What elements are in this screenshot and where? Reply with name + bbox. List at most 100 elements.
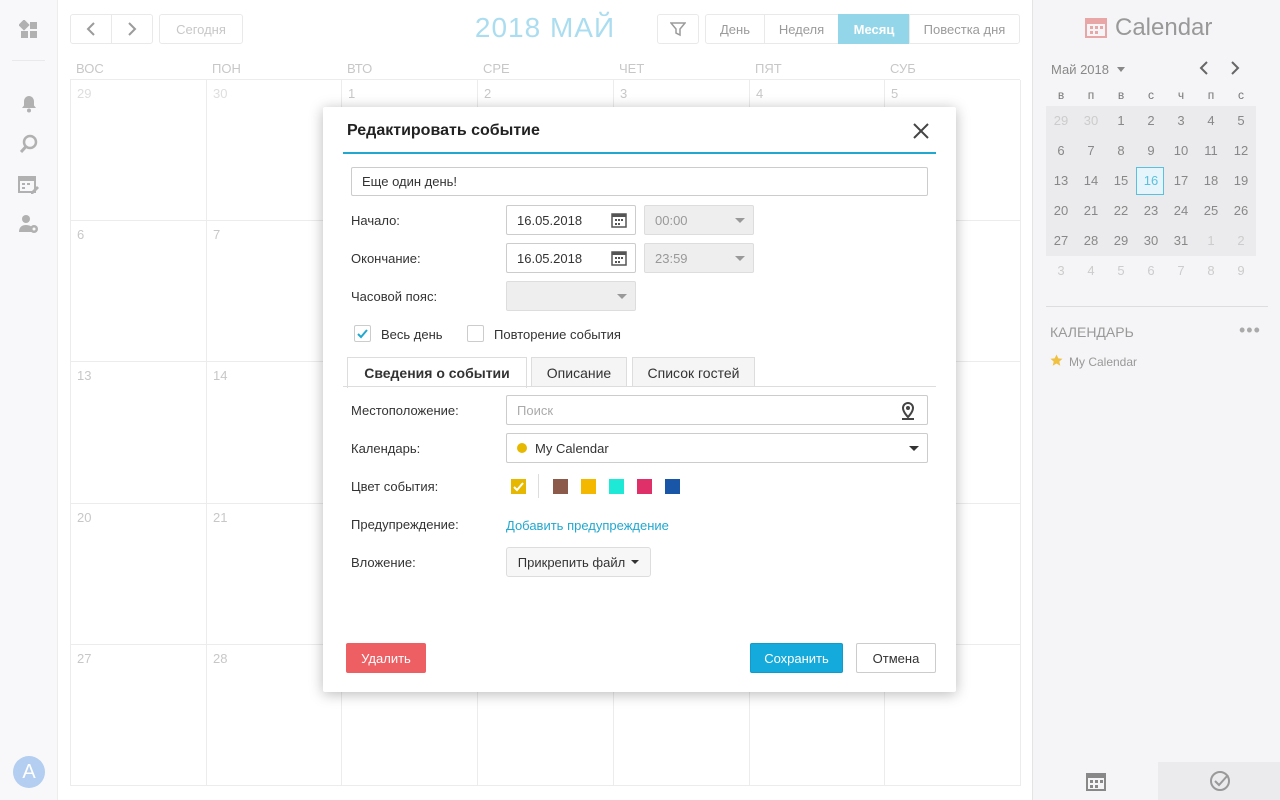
timezone-select[interactable] xyxy=(506,281,636,311)
mini-day[interactable]: 29 xyxy=(1046,106,1076,136)
mini-day[interactable]: 19 xyxy=(1226,166,1256,196)
tab-event-details[interactable]: Сведения о событии xyxy=(347,357,527,388)
mini-day[interactable]: 6 xyxy=(1136,256,1166,286)
calendar-select[interactable]: My Calendar xyxy=(506,433,928,463)
chevron-down-icon xyxy=(735,256,745,261)
mini-day[interactable]: 30 xyxy=(1076,106,1106,136)
checkmark-icon xyxy=(513,482,524,492)
start-time-value: 00:00 xyxy=(655,212,688,228)
add-alert-link[interactable]: Добавить предупреждение xyxy=(506,518,669,533)
mini-day[interactable]: 14 xyxy=(1076,166,1106,196)
end-time-value: 23:59 xyxy=(655,250,688,266)
mini-day[interactable]: 26 xyxy=(1226,196,1256,226)
mini-day[interactable]: 8 xyxy=(1106,136,1136,166)
mini-day[interactable]: 22 xyxy=(1106,196,1136,226)
calendars-header: КАЛЕНДАРЬ xyxy=(1050,324,1134,340)
mini-day[interactable]: 5 xyxy=(1226,106,1256,136)
tab-guest-list[interactable]: Список гостей xyxy=(632,357,755,387)
mini-day[interactable]: 20 xyxy=(1046,196,1076,226)
mini-day[interactable]: 25 xyxy=(1196,196,1226,226)
calendar-icon[interactable] xyxy=(611,250,627,266)
mini-day[interactable]: 27 xyxy=(1046,226,1076,256)
mini-day[interactable]: 7 xyxy=(1076,136,1106,166)
caret-down-icon xyxy=(631,560,640,564)
chevron-down-icon xyxy=(735,218,745,223)
mini-day[interactable]: 16 xyxy=(1136,166,1166,196)
mini-day[interactable]: 28 xyxy=(1076,226,1106,256)
mini-day[interactable]: 10 xyxy=(1166,136,1196,166)
bottom-tasks-tab[interactable] xyxy=(1158,762,1280,800)
calendar-icon[interactable] xyxy=(611,212,627,228)
mini-day[interactable]: 23 xyxy=(1136,196,1166,226)
mini-weekday: п xyxy=(1087,88,1095,102)
calendar-icon xyxy=(1085,773,1106,791)
mini-day[interactable]: 11 xyxy=(1196,136,1226,166)
mini-day[interactable]: 1 xyxy=(1106,106,1136,136)
swatch-divider xyxy=(538,474,539,498)
mini-day[interactable]: 21 xyxy=(1076,196,1106,226)
right-panel: Calendar Май 2018 в п в с ч п с 29 30 1 2 3 4 5 6 7 8 9 10… xyxy=(1032,0,1280,800)
color-swatch[interactable] xyxy=(665,479,680,494)
location-input[interactable]: Поиск xyxy=(506,395,928,425)
color-swatch[interactable] xyxy=(511,479,526,494)
mini-prev-icon[interactable] xyxy=(1198,61,1210,75)
mini-day[interactable]: 8 xyxy=(1196,256,1226,286)
bottom-calendar-tab[interactable] xyxy=(1033,762,1158,800)
calendar-list-item[interactable]: My Calendar xyxy=(1069,355,1137,369)
mini-day[interactable]: 17 xyxy=(1166,166,1196,196)
close-icon xyxy=(913,123,929,139)
mini-day[interactable]: 2 xyxy=(1136,106,1166,136)
mini-day[interactable]: 9 xyxy=(1226,256,1256,286)
mini-day[interactable]: 2 xyxy=(1226,226,1256,256)
title-underline xyxy=(343,152,936,154)
mini-day[interactable]: 5 xyxy=(1106,256,1136,286)
cancel-button[interactable]: Отмена xyxy=(856,643,936,673)
start-label: Начало: xyxy=(351,213,400,228)
location-label: Местоположение: xyxy=(351,403,459,418)
mini-day[interactable]: 15 xyxy=(1106,166,1136,196)
tab-description[interactable]: Описание xyxy=(531,357,627,387)
start-date-input[interactable]: 16.05.2018 xyxy=(506,205,636,235)
repeat-checkbox[interactable] xyxy=(467,325,484,342)
mini-day[interactable]: 4 xyxy=(1076,256,1106,286)
mini-day[interactable]: 30 xyxy=(1136,226,1166,256)
tab-divider xyxy=(343,386,936,387)
mini-month-selector[interactable]: Май 2018 xyxy=(1051,62,1125,77)
color-swatch[interactable] xyxy=(581,479,596,494)
close-button[interactable] xyxy=(910,120,932,142)
mini-day[interactable]: 18 xyxy=(1196,166,1226,196)
color-swatch[interactable] xyxy=(637,479,652,494)
mini-day[interactable]: 6 xyxy=(1046,136,1076,166)
mini-day[interactable]: 24 xyxy=(1166,196,1196,226)
more-options-icon[interactable]: ••• xyxy=(1239,320,1261,341)
start-time-select[interactable]: 00:00 xyxy=(644,205,754,235)
event-title-input[interactable]: Еще один день! xyxy=(351,167,928,196)
mini-day[interactable]: 13 xyxy=(1046,166,1076,196)
mini-day[interactable]: 9 xyxy=(1136,136,1166,166)
color-swatch[interactable] xyxy=(553,479,568,494)
mini-day[interactable]: 3 xyxy=(1166,106,1196,136)
mini-next-icon[interactable] xyxy=(1229,61,1241,75)
mini-weekday: в xyxy=(1057,88,1065,102)
save-button[interactable]: Сохранить xyxy=(750,643,843,673)
mini-weekday: ч xyxy=(1177,88,1185,102)
start-date-value: 16.05.2018 xyxy=(517,212,583,228)
end-date-input[interactable]: 16.05.2018 xyxy=(506,243,636,273)
mini-day[interactable]: 4 xyxy=(1196,106,1226,136)
calendar-app-icon xyxy=(1085,18,1107,38)
all-day-checkbox[interactable] xyxy=(354,325,371,342)
end-time-select[interactable]: 23:59 xyxy=(644,243,754,273)
mini-month-label: Май 2018 xyxy=(1051,62,1109,77)
color-swatch[interactable] xyxy=(609,479,624,494)
mini-day[interactable]: 29 xyxy=(1106,226,1136,256)
mini-day[interactable]: 7 xyxy=(1166,256,1196,286)
mini-day[interactable]: 31 xyxy=(1166,226,1196,256)
star-icon xyxy=(1050,354,1063,366)
delete-button[interactable]: Удалить xyxy=(346,643,426,673)
mini-day[interactable]: 1 xyxy=(1196,226,1226,256)
map-pin-icon[interactable] xyxy=(901,402,915,420)
mini-day[interactable]: 12 xyxy=(1226,136,1256,166)
mini-day[interactable]: 3 xyxy=(1046,256,1076,286)
attach-file-button[interactable]: Прикрепить файл xyxy=(506,547,651,577)
end-label: Окончание: xyxy=(351,251,421,266)
